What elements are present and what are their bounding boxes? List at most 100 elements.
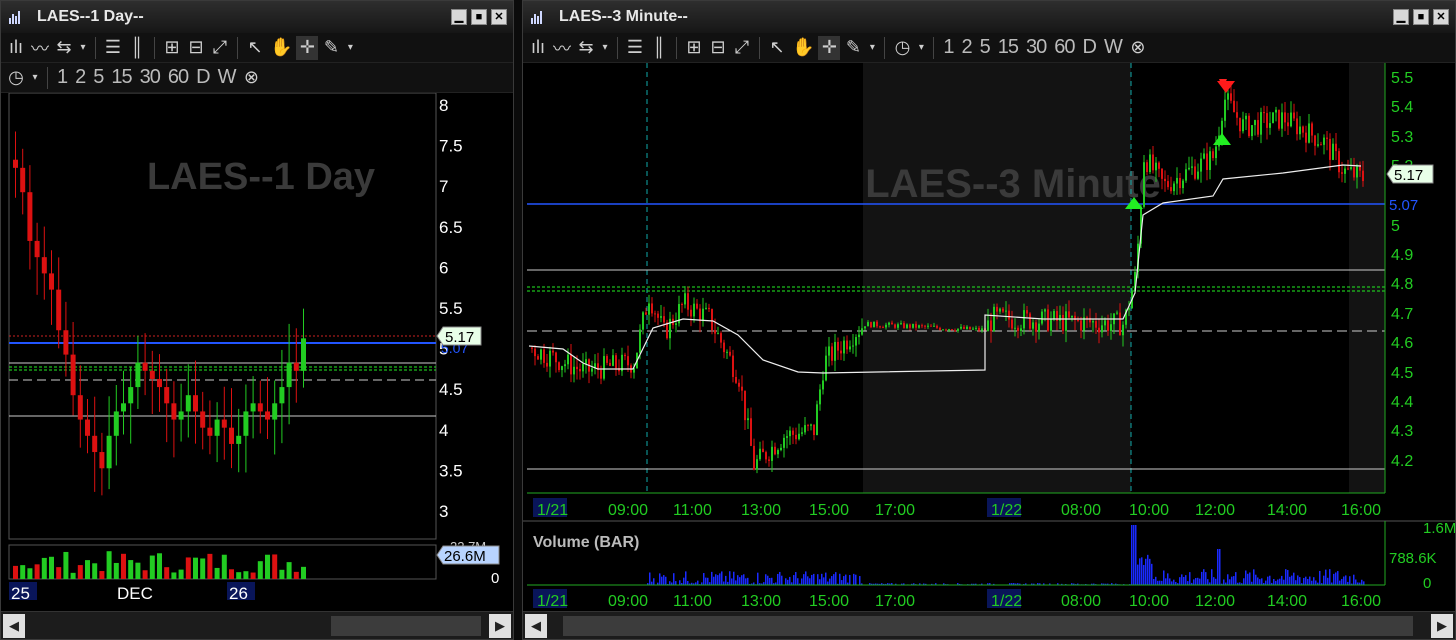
period-1[interactable]: 1	[54, 66, 70, 89]
horizontal-layout-icon[interactable]: ☰	[624, 36, 646, 60]
candle-body	[660, 316, 662, 318]
candle-body	[1146, 162, 1148, 173]
volume-bar	[185, 557, 191, 579]
volume-bar	[1171, 581, 1173, 585]
candle-body	[747, 418, 749, 421]
vertical-layout-icon[interactable]: ║	[648, 36, 670, 60]
left-title-bar[interactable]: LAES--1 Day-- ▁ ■ ✕	[1, 1, 513, 33]
candle-body	[657, 313, 659, 318]
right-scrollbar[interactable]: ◀ ▶	[523, 611, 1455, 639]
arrow-cursor-icon[interactable]: ↖	[766, 36, 788, 60]
period-1[interactable]: 1	[940, 36, 956, 59]
candle-body	[612, 355, 614, 366]
chevron-down-icon[interactable]: ▾	[915, 36, 927, 60]
arrow-left-icon[interactable]: ◀	[3, 614, 25, 638]
chevron-down-icon[interactable]: ▾	[344, 36, 356, 60]
candle-body	[1290, 112, 1292, 127]
minimize-button[interactable]: ▁	[451, 9, 467, 25]
arrow-right-icon[interactable]: ▶	[489, 614, 511, 638]
period-5[interactable]: 5	[90, 66, 106, 89]
line-style-icon[interactable]: 〰	[29, 36, 51, 60]
right-scroll-thumb[interactable]	[563, 616, 1413, 636]
right-price-chart[interactable]: LAES--3 Minute 5.55.45.35.254.94.84.74.6…	[523, 63, 1455, 613]
volume-bar	[811, 574, 813, 585]
close-button[interactable]: ✕	[491, 9, 507, 25]
zoom-out-icon[interactable]: ⊟	[185, 36, 207, 60]
maximize-button[interactable]: ■	[1413, 9, 1429, 25]
clock-icon[interactable]: ◷	[891, 36, 913, 60]
circle-x-icon[interactable]: ⊗	[240, 66, 262, 90]
chevron-down-icon[interactable]: ▾	[599, 36, 611, 60]
candle-body	[1341, 172, 1343, 174]
circle-x-icon[interactable]: ⊗	[1127, 36, 1149, 60]
period-5[interactable]: 5	[977, 36, 993, 59]
crosshair-icon[interactable]: ✛	[296, 35, 319, 60]
candle-style-icon[interactable]: ⇆	[575, 36, 597, 60]
candle-body	[777, 450, 779, 455]
period-15[interactable]: 15	[108, 66, 134, 89]
volume-bar	[1235, 572, 1237, 585]
zoom-fit-icon[interactable]: ⤢	[209, 36, 231, 60]
candle-body	[798, 433, 800, 440]
zoom-fit-icon[interactable]: ⤢	[731, 36, 753, 60]
left-scroll-thumb[interactable]	[331, 616, 481, 636]
candle-style-icon[interactable]: ⇆	[53, 36, 75, 60]
zoom-in-icon[interactable]: ⊞	[161, 36, 183, 60]
left-price-chart[interactable]: LAES--1 Day 87.576.565.554.543.53 5.07 5…	[1, 93, 513, 613]
line-style-icon[interactable]: 〰	[551, 36, 573, 60]
volume-bar	[1189, 572, 1191, 585]
volume-bar	[77, 565, 83, 579]
pencil-icon[interactable]: ✎	[842, 36, 864, 60]
period-30[interactable]: 30	[137, 66, 163, 89]
volume-bar	[1139, 558, 1141, 585]
crosshair-icon[interactable]: ✛	[818, 35, 841, 60]
period-w[interactable]: W	[1101, 36, 1125, 59]
candle-body	[972, 328, 974, 330]
zoom-out-icon[interactable]: ⊟	[707, 36, 729, 60]
right-title-bar[interactable]: LAES--3 Minute-- ▁ ■ ✕	[523, 1, 1455, 33]
candle-body	[840, 350, 842, 354]
volume-bar	[1243, 578, 1245, 585]
period-60[interactable]: 60	[165, 66, 191, 89]
clock-icon[interactable]: ◷	[5, 66, 27, 90]
left-scrollbar[interactable]: ◀ ▶	[1, 611, 513, 639]
minimize-button[interactable]: ▁	[1393, 9, 1409, 25]
candle-body	[939, 327, 941, 330]
horizontal-layout-icon[interactable]: ☰	[102, 36, 124, 60]
period-60[interactable]: 60	[1051, 36, 1077, 59]
period-2[interactable]: 2	[72, 66, 88, 89]
volume-bar	[1137, 564, 1139, 585]
volume-bar	[745, 578, 747, 585]
candle-body	[675, 323, 677, 325]
chevron-down-icon[interactable]: ▾	[29, 66, 41, 90]
arrow-right-icon[interactable]: ▶	[1431, 614, 1453, 638]
maximize-button[interactable]: ■	[471, 9, 487, 25]
candle-body	[714, 330, 716, 334]
period-d[interactable]: D	[1080, 36, 1099, 59]
bar-style-icon[interactable]: ılı	[5, 36, 27, 60]
candle-body	[828, 346, 830, 356]
arrow-cursor-icon[interactable]: ↖	[244, 36, 266, 60]
vertical-layout-icon[interactable]: ║	[126, 36, 148, 60]
arrow-left-icon[interactable]: ◀	[525, 614, 547, 638]
period-15[interactable]: 15	[995, 36, 1021, 59]
hand-icon[interactable]: ✋	[268, 36, 294, 60]
volume-bar	[803, 574, 805, 585]
hand-icon[interactable]: ✋	[790, 36, 816, 60]
candle-body	[1002, 308, 1004, 312]
candle-body	[834, 341, 836, 361]
volume-bar	[1303, 577, 1305, 585]
zoom-in-icon[interactable]: ⊞	[683, 36, 705, 60]
chevron-down-icon[interactable]: ▾	[866, 36, 878, 60]
chevron-down-icon[interactable]: ▾	[77, 36, 89, 60]
bar-style-icon[interactable]: ılı	[527, 36, 549, 60]
period-2[interactable]: 2	[959, 36, 975, 59]
pencil-icon[interactable]: ✎	[320, 36, 342, 60]
right-time-label: 13:00	[741, 593, 781, 610]
period-30[interactable]: 30	[1023, 36, 1049, 59]
period-w[interactable]: W	[215, 66, 239, 89]
candle-body	[1050, 318, 1052, 331]
volume-bar	[1211, 569, 1213, 585]
close-button[interactable]: ✕	[1433, 9, 1449, 25]
period-d[interactable]: D	[193, 66, 212, 89]
